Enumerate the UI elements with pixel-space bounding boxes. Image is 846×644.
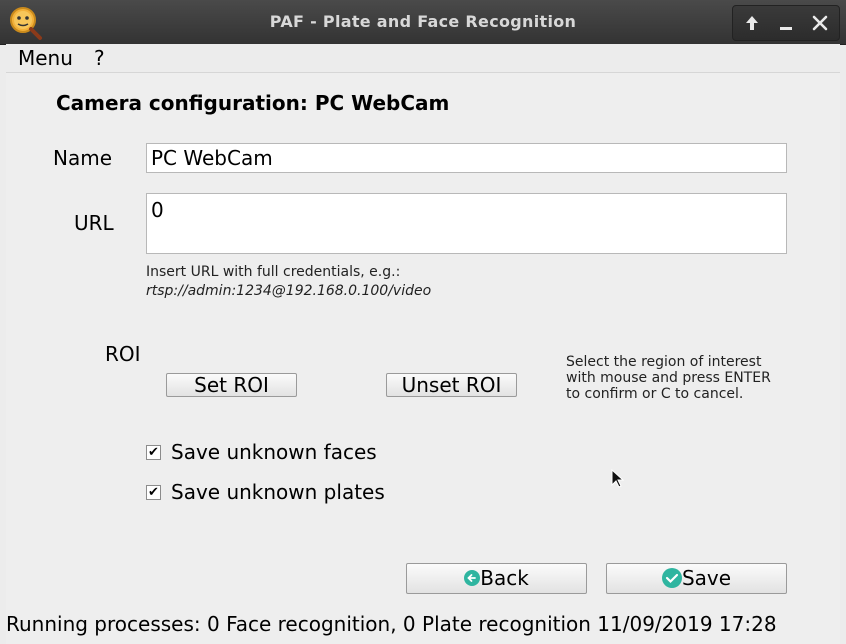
save-plates-checkbox[interactable]: ✔: [146, 485, 161, 500]
close-icon: [812, 15, 828, 31]
url-hint-example: rtsp://admin:1234@192.168.0.100/video: [146, 283, 432, 299]
minimize-icon: [780, 27, 792, 30]
arrow-left-circle-icon: [464, 570, 481, 586]
title-bar: PAF - Plate and Face Recognition: [0, 0, 846, 45]
save-faces-checkbox[interactable]: ✔: [146, 445, 161, 460]
roi-hint-line2: with mouse and press ENTER: [566, 370, 771, 386]
arrow-up-icon: [746, 16, 758, 30]
menu-bar: Menu ?: [6, 44, 840, 73]
close-button[interactable]: [803, 6, 837, 40]
url-label: URL: [74, 211, 114, 235]
roi-hint-line3: to confirm or C to cancel.: [566, 386, 744, 402]
unset-roi-button[interactable]: Unset ROI: [386, 373, 517, 397]
camera-config-panel: Camera configuration: PC WebCam Name URL…: [6, 73, 840, 644]
save-button[interactable]: Save: [606, 563, 787, 594]
name-label: Name: [53, 146, 113, 170]
maximize-button[interactable]: [735, 6, 769, 40]
minimize-button[interactable]: [769, 6, 803, 40]
window-controls: [732, 5, 840, 41]
roi-hint-line1: Select the region of interest: [566, 354, 762, 370]
back-button-label: Back: [480, 566, 529, 590]
roi-label: ROI: [105, 342, 141, 366]
window-title: PAF - Plate and Face Recognition: [269, 12, 577, 31]
mouse-cursor-icon: [611, 469, 625, 488]
save-button-label: Save: [681, 566, 732, 590]
url-hint: Insert URL with full credentials, e.g.:: [146, 264, 401, 280]
status-bar: Running processes: 0 Face recognition, 0…: [6, 612, 777, 636]
save-plates-label: Save unknown plates: [171, 480, 385, 504]
set-roi-button[interactable]: Set ROI: [166, 373, 297, 397]
name-input[interactable]: [146, 143, 787, 173]
menu-help[interactable]: ?: [94, 46, 105, 70]
page-title: Camera configuration: PC WebCam: [56, 91, 450, 115]
save-faces-label: Save unknown faces: [171, 440, 377, 464]
menu-main[interactable]: Menu: [18, 46, 73, 70]
url-input[interactable]: 0: [146, 193, 787, 254]
back-button[interactable]: Back: [406, 563, 587, 594]
check-circle-icon: [661, 568, 682, 588]
